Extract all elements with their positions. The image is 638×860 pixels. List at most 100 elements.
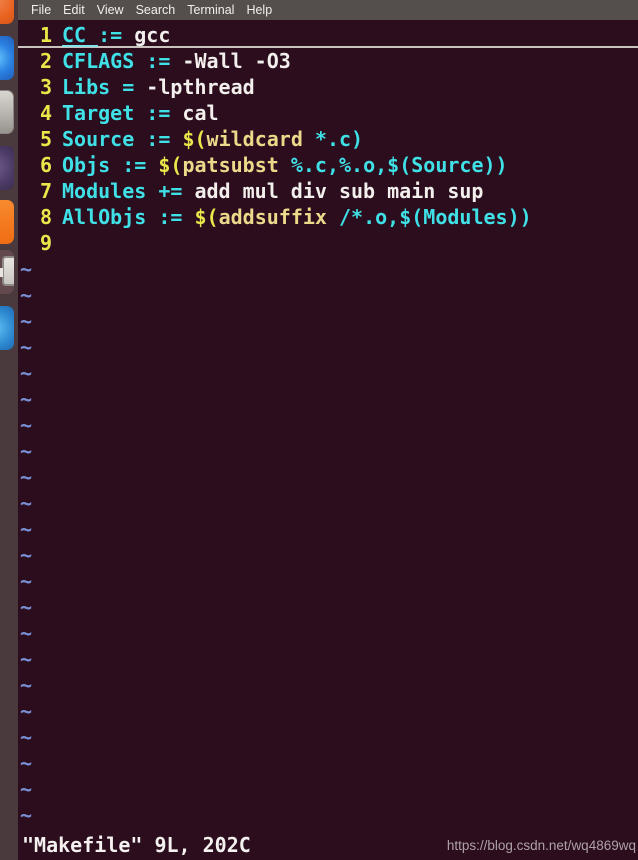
menu-item-view[interactable]: View (91, 0, 130, 20)
ubuntu-dash-icon[interactable] (0, 0, 14, 24)
empty-line-marker: ~ (20, 543, 33, 567)
token-op: := (98, 23, 123, 47)
token-fname: addsuffix (218, 205, 327, 229)
empty-line-marker: ~ (20, 751, 33, 775)
terminal-active-pip (0, 268, 3, 277)
token-args: %.c,%.o,$(Source)) (278, 153, 508, 177)
empty-line-marker: ~ (20, 283, 33, 307)
token-op: = (122, 75, 135, 99)
editor-line[interactable]: 4 Target := cal (18, 100, 638, 126)
token-func: $( (182, 127, 207, 151)
empty-line-marker: ~ (20, 491, 33, 515)
empty-line-marker: ~ (20, 361, 33, 385)
editor-line[interactable]: 8 AllObjs := $(addsuffix /*.o,$(Modules)) (18, 204, 638, 230)
empty-line-marker: ~ (20, 387, 33, 411)
editor-line[interactable]: 5 Source := $(wildcard *.c) (18, 126, 638, 152)
line-content: AllObjs := $(addsuffix /*.o,$(Modules)) (62, 205, 532, 229)
token-op: += (158, 179, 183, 203)
empty-line-marker: ~ (20, 439, 33, 463)
menu-item-file[interactable]: File (25, 0, 57, 20)
editor-line[interactable]: 3 Libs = -lpthread (18, 74, 638, 100)
editor-line[interactable]: 2 CFLAGS := -Wall -O3 (18, 48, 638, 74)
line-number: 1 (39, 23, 52, 47)
menu-item-edit[interactable]: Edit (57, 0, 91, 20)
line-number: 3 (39, 75, 52, 99)
menu-item-search[interactable]: Search (130, 0, 182, 20)
empty-line-marker: ~ (20, 517, 33, 541)
token-func: $( (158, 153, 183, 177)
line-number: 4 (39, 101, 52, 125)
line-content: CC := gcc (62, 23, 170, 47)
editor-line[interactable]: 7 Modules += add mul div sub main sup (18, 178, 638, 204)
watermark-url: https://blog.csdn.net/wq4869wq (446, 837, 636, 853)
token-op: := (158, 205, 183, 229)
token-plain: -lpthread (134, 75, 255, 99)
token-op: := (122, 153, 147, 177)
token-var: CC (62, 23, 99, 47)
vim-status-line: "Makefile" 9L, 202C https://blog.csdn.ne… (18, 830, 638, 860)
line-content: CFLAGS := -Wall -O3 (62, 49, 291, 73)
empty-line-marker: ~ (20, 595, 33, 619)
empty-line-marker: ~ (20, 257, 33, 281)
line-content: Objs := $(patsubst %.c,%.o,$(Source)) (62, 153, 508, 177)
terminal-icon-glyph (2, 256, 14, 286)
empty-line-marker: ~ (20, 335, 33, 359)
unity-launcher[interactable] (0, 0, 18, 860)
settings-icon[interactable] (0, 306, 14, 350)
token-var: Source (62, 127, 135, 151)
empty-line-marker: ~ (20, 465, 33, 489)
status-file-info: "Makefile" 9L, 202C (22, 833, 251, 857)
token-args: /*.o,$(Modules)) (326, 205, 532, 229)
empty-line-marker: ~ (20, 647, 33, 671)
empty-line-marker: ~ (20, 621, 33, 645)
empty-line-marker: ~ (20, 699, 33, 723)
terminal-window[interactable]: 1 CC := gcc 2 CFLAGS := -Wall -O3 3 Libs = -l… (18, 20, 638, 860)
line-content: Source := $(wildcard *.c) (62, 127, 363, 151)
token-func: $( (194, 205, 219, 229)
token-fname: wildcard (206, 127, 303, 151)
editor-line[interactable]: 6 Objs := $(patsubst %.c,%.o,$(Source)) (18, 152, 638, 178)
line-number: 6 (39, 153, 52, 177)
line-number: 7 (39, 179, 52, 203)
line-number: 2 (39, 49, 52, 73)
empty-line-marker: ~ (20, 309, 33, 333)
libreoffice-icon[interactable] (0, 200, 14, 244)
token-plain: gcc (122, 23, 171, 47)
line-content: Libs = -lpthread (62, 75, 255, 99)
line-content: Modules += add mul div sub main sup (62, 179, 483, 203)
files-icon[interactable] (0, 90, 14, 134)
line-number: 9 (39, 231, 52, 255)
empty-line-marker: ~ (20, 777, 33, 801)
token-var: Target (62, 101, 135, 125)
token-fname: patsubst (182, 153, 279, 177)
token-op: := (146, 49, 171, 73)
editor-line[interactable]: 1 CC := gcc (18, 22, 638, 48)
menu-bar: File Edit View Search Terminal Help (18, 0, 638, 20)
token-var: CFLAGS (62, 49, 135, 73)
vim-buffer[interactable]: 1 CC := gcc 2 CFLAGS := -Wall -O3 3 Libs = -l… (18, 22, 638, 854)
menu-item-terminal[interactable]: Terminal (181, 0, 240, 20)
token-plain: cal (170, 101, 219, 125)
token-args: *.c) (302, 127, 364, 151)
line-number: 5 (39, 127, 52, 151)
empty-line-marker: ~ (20, 569, 33, 593)
firefox-icon[interactable] (0, 36, 14, 80)
menu-item-help[interactable]: Help (240, 0, 278, 20)
editor-line[interactable]: 9 (18, 230, 638, 256)
token-var: Objs (62, 153, 111, 177)
token-var: Libs (62, 75, 111, 99)
token-var: AllObjs (62, 205, 147, 229)
software-center-icon[interactable] (0, 146, 14, 190)
line-content: Target := cal (62, 101, 219, 125)
token-var: Modules (62, 179, 147, 203)
